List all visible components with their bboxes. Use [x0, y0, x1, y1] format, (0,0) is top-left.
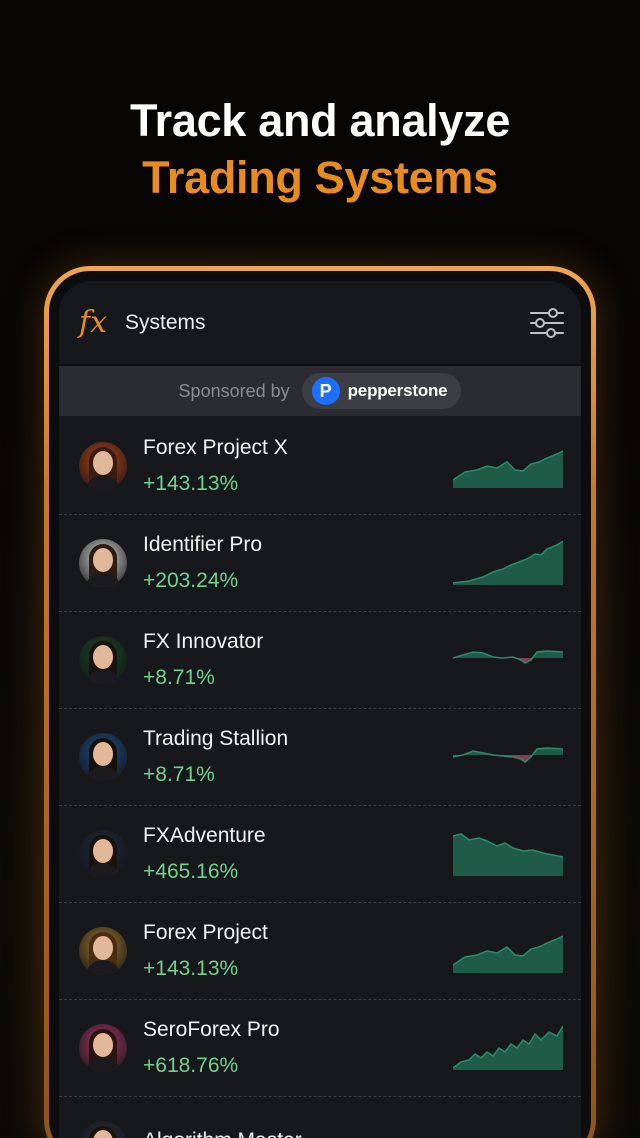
app-bar: fx Systems	[59, 281, 581, 366]
system-row[interactable]: Algorithm Master	[59, 1097, 581, 1138]
avatar	[79, 1024, 127, 1072]
system-info: Forex Project +143.13%	[143, 919, 453, 983]
system-name: Trading Stallion	[143, 727, 289, 750]
system-info: Forex Project X +143.13%	[143, 434, 453, 498]
system-info: Trading Stallion +8.71%	[143, 725, 453, 789]
system-name: Forex Project X	[143, 436, 288, 459]
system-info: Algorithm Master	[143, 1127, 453, 1138]
sparkline-chart	[453, 1123, 563, 1138]
system-row[interactable]: Identifier Pro +203.24%	[59, 515, 581, 612]
headline-line-2: Trading Systems	[142, 152, 498, 203]
fx-logo: fx	[79, 305, 108, 340]
system-gain: +8.71%	[143, 763, 215, 786]
system-row[interactable]: Forex Project X +143.13%	[59, 418, 581, 515]
system-info: FXAdventure +465.16%	[143, 822, 453, 886]
headline: Track and analyze Trading Systems	[0, 92, 640, 206]
app-screen: fx Systems Sponsored by P pepperstone Fo…	[59, 281, 581, 1138]
phone-frame: fx Systems Sponsored by P pepperstone Fo…	[44, 266, 596, 1138]
avatar	[79, 830, 127, 878]
system-name: Forex Project	[143, 921, 268, 944]
system-name: FX Innovator	[143, 630, 264, 653]
system-row[interactable]: FX Innovator +8.71%	[59, 612, 581, 709]
system-info: Identifier Pro +203.24%	[143, 531, 453, 595]
sparkline-chart	[453, 935, 563, 973]
sponsor-label: Sponsored by	[178, 380, 290, 401]
sponsor-brand-pill[interactable]: P pepperstone	[301, 373, 462, 409]
system-gain: +203.24%	[143, 569, 239, 592]
page-title: Systems	[125, 310, 206, 334]
systems-list: Forex Project X +143.13% Identifier Pro +20…	[59, 418, 581, 1138]
system-gain: +8.71%	[143, 666, 215, 689]
system-row[interactable]: Trading Stallion +8.71%	[59, 709, 581, 806]
system-info: FX Innovator +8.71%	[143, 628, 453, 692]
system-row[interactable]: SeroForex Pro +618.76%	[59, 1000, 581, 1097]
sparkline-chart	[453, 833, 563, 876]
system-name: Algorithm Master	[143, 1127, 453, 1138]
avatar	[79, 442, 127, 490]
sparkline-chart	[453, 541, 563, 585]
headline-line-1: Track and analyze	[129, 95, 511, 146]
sponsor-brand-name: pepperstone	[347, 381, 448, 400]
system-gain: +465.16%	[143, 860, 239, 883]
sparkline-chart	[453, 747, 563, 763]
system-name: FXAdventure	[143, 824, 266, 847]
sparkline-chart	[453, 450, 563, 488]
system-row[interactable]: Forex Project +143.13%	[59, 903, 581, 1000]
phone-bezel: fx Systems Sponsored by P pepperstone Fo…	[49, 271, 591, 1138]
avatar	[79, 636, 127, 684]
system-row[interactable]: FXAdventure +465.16%	[59, 806, 581, 903]
system-name: Identifier Pro	[143, 533, 263, 556]
system-name: SeroForex Pro	[143, 1018, 280, 1041]
avatar	[79, 733, 127, 781]
avatar	[79, 1121, 127, 1138]
pepperstone-logo-icon: P	[311, 377, 340, 405]
sliders-icon[interactable]	[527, 303, 567, 343]
sparkline-chart	[453, 1026, 563, 1070]
system-gain: +618.76%	[143, 1054, 239, 1077]
sponsor-banner[interactable]: Sponsored by P pepperstone	[59, 366, 581, 416]
avatar	[79, 539, 127, 587]
sparkline-chart	[453, 650, 563, 664]
system-info: SeroForex Pro +618.76%	[143, 1016, 453, 1080]
system-gain: +143.13%	[143, 472, 239, 495]
avatar	[79, 927, 127, 975]
system-gain: +143.13%	[143, 957, 239, 980]
